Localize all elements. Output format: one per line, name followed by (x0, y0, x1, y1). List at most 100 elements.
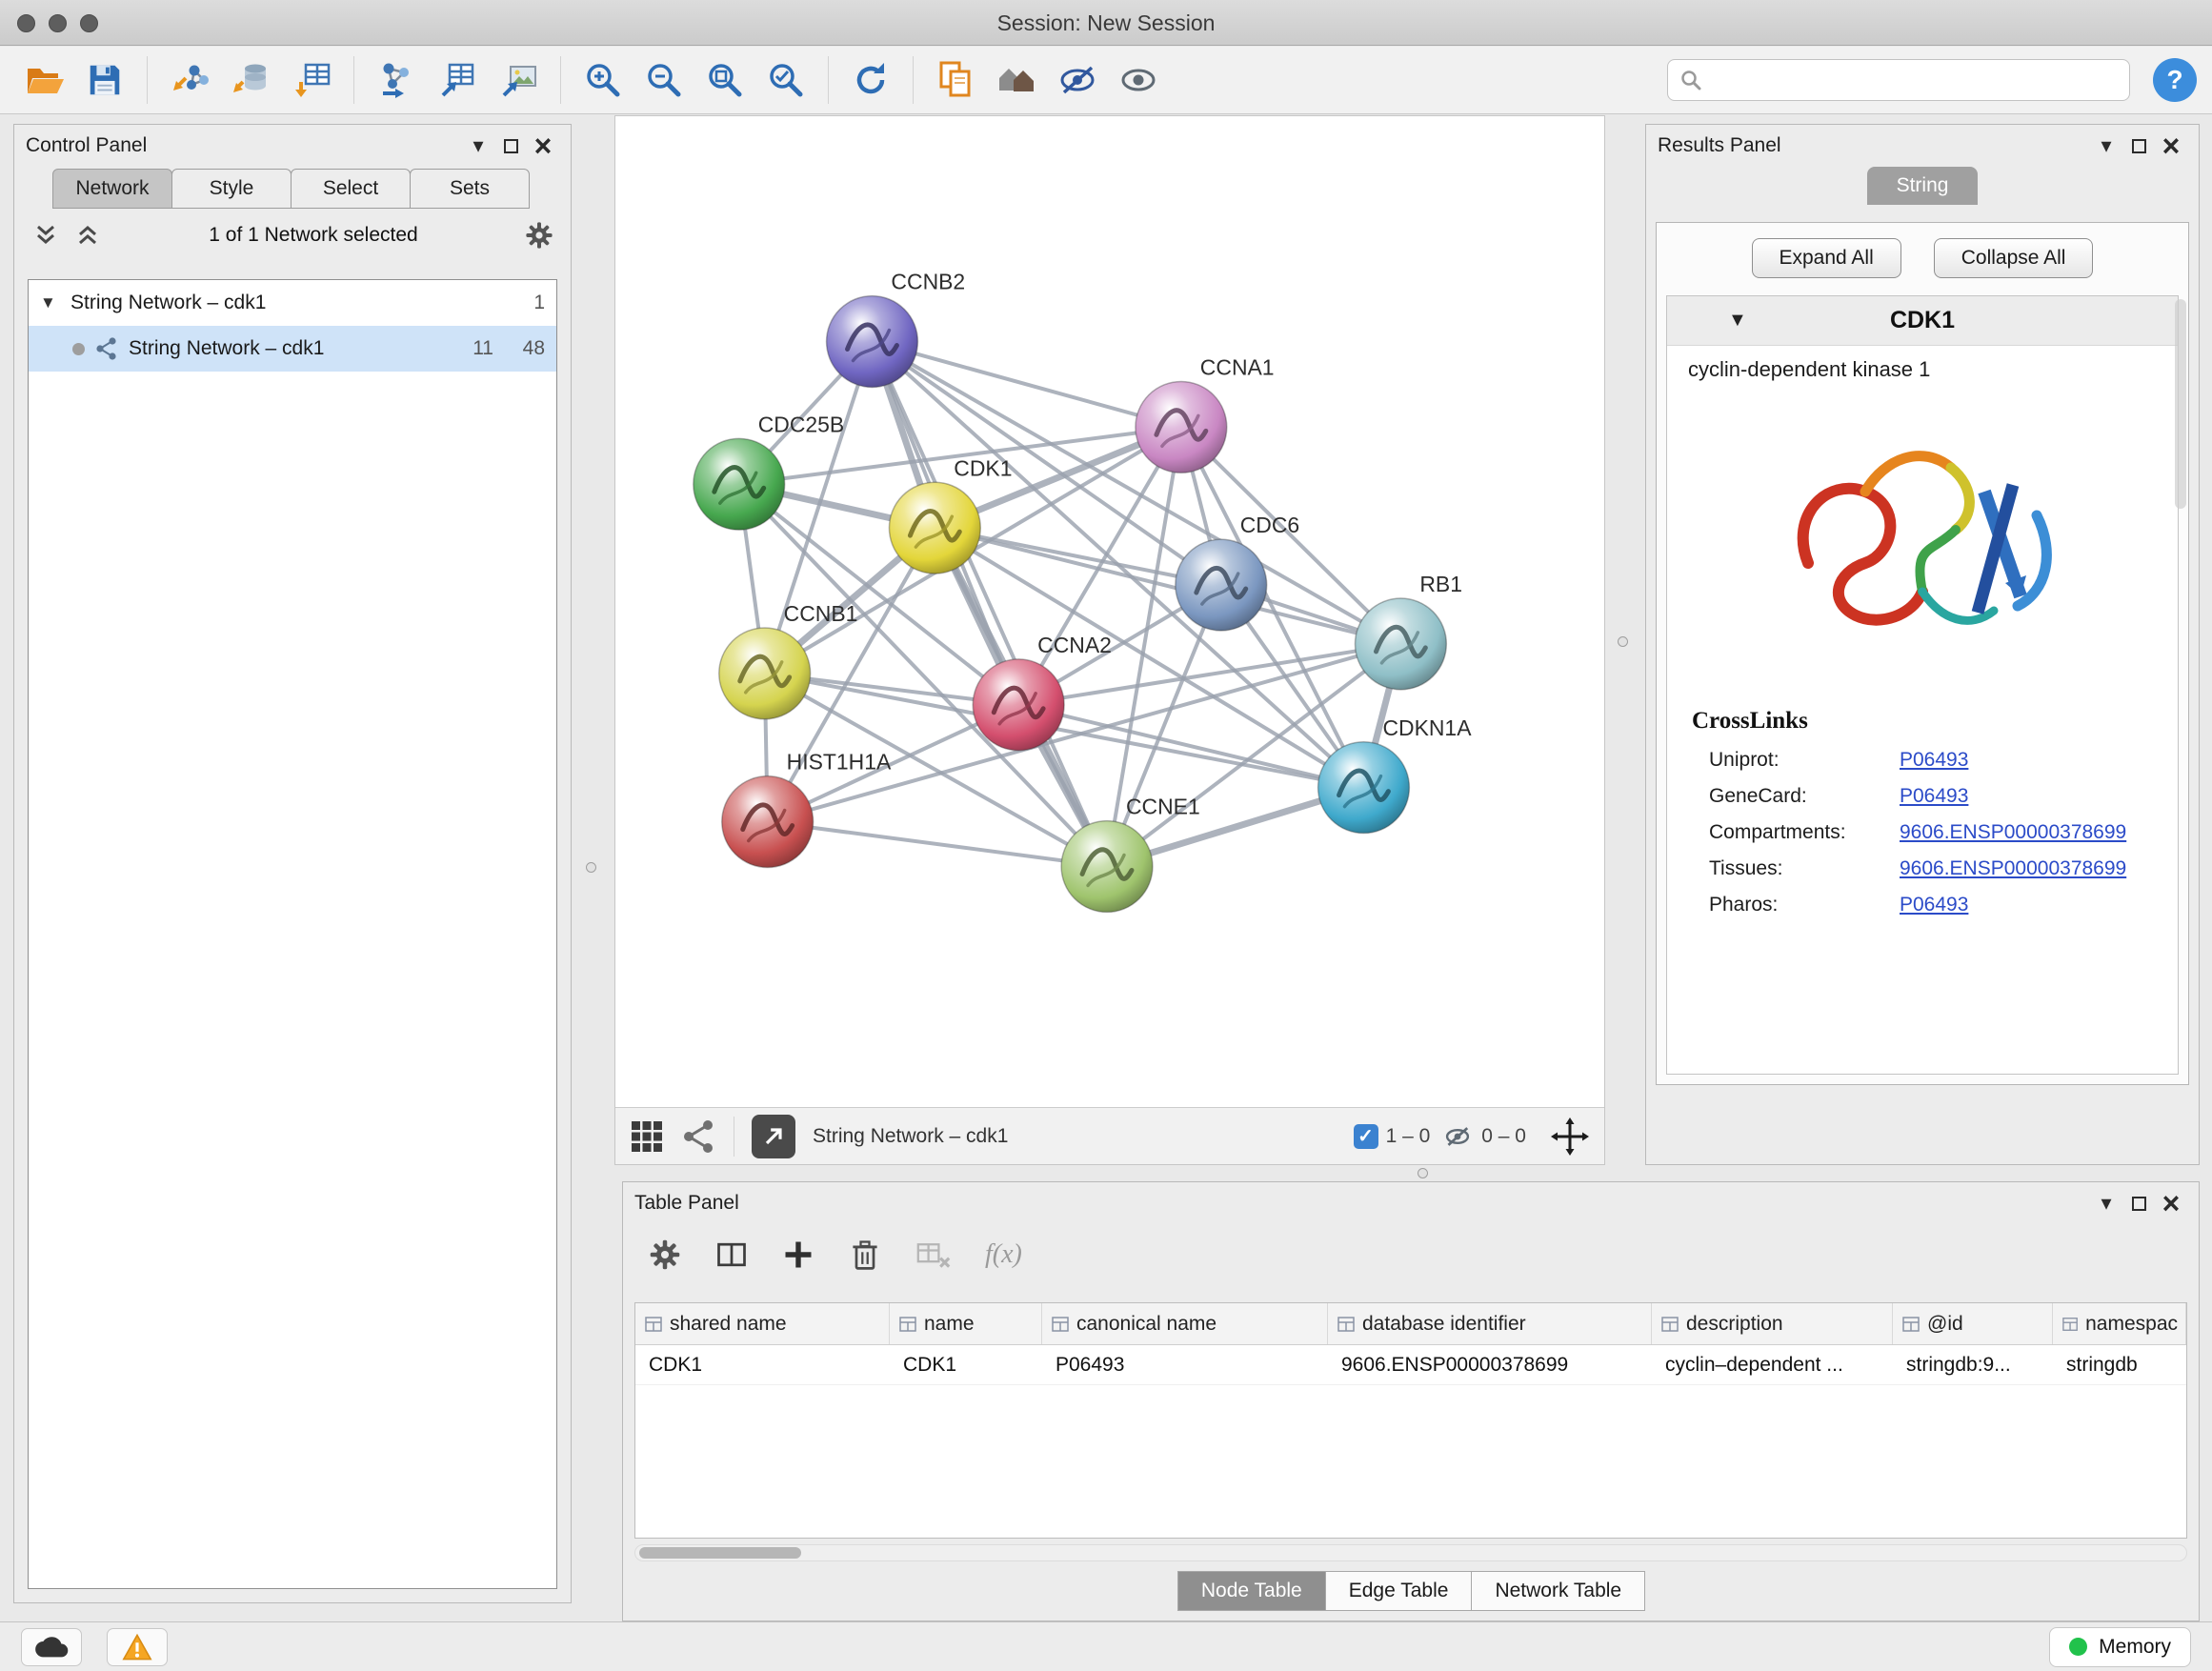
tab-edge-table[interactable]: Edge Table (1325, 1571, 1473, 1611)
memory-button[interactable]: Memory (2049, 1627, 2191, 1667)
zoom-out-button[interactable] (635, 51, 693, 109)
table-settings-gear-icon[interactable] (648, 1238, 682, 1272)
network-edge-CDK1-RB1[interactable] (935, 528, 1400, 644)
column-header-description[interactable]: description (1652, 1303, 1893, 1344)
table-cell-description[interactable]: cyclin–dependent ... (1652, 1345, 1893, 1384)
panel-menu-icon[interactable]: ▾ (2090, 1187, 2122, 1219)
network-node-CCNA1[interactable]: CCNA1 (1136, 354, 1275, 473)
right-splitter-grip[interactable] (1618, 636, 1628, 647)
crosslink-link[interactable]: 9606.ENSP00000378699 (1900, 855, 2126, 883)
network-node-CDC25B[interactable]: CDC25B (694, 412, 844, 530)
grid-view-icon[interactable] (631, 1120, 663, 1153)
table-horizontal-scrollbar[interactable] (634, 1544, 2187, 1561)
open-session-button[interactable] (15, 51, 72, 109)
tab-network-table[interactable]: Network Table (1471, 1571, 1645, 1611)
tab-node-table[interactable]: Node Table (1177, 1571, 1326, 1611)
import-database-button[interactable] (222, 51, 279, 109)
cloud-status-button[interactable] (21, 1628, 82, 1666)
tab-sets[interactable]: Sets (410, 169, 530, 209)
minimize-window-button[interactable] (49, 14, 67, 32)
show-columns-icon[interactable] (714, 1238, 749, 1272)
collapse-all-icon[interactable] (30, 219, 62, 252)
results-scrollbar[interactable] (2175, 299, 2186, 509)
network-node-CDKN1A[interactable]: CDKN1A (1318, 715, 1473, 834)
add-column-plus-icon[interactable] (781, 1238, 815, 1272)
image-export-icon (496, 59, 540, 101)
export-network-view-button[interactable] (752, 1115, 795, 1158)
scrollbar-thumb[interactable] (639, 1547, 801, 1559)
apply-layout-button[interactable] (842, 51, 899, 109)
tab-string[interactable]: String (1867, 167, 1978, 205)
crosslink-link[interactable]: P06493 (1900, 746, 1968, 775)
float-panel-icon[interactable] (2122, 130, 2155, 162)
section-collapse-icon[interactable]: ▼ (1728, 310, 1747, 332)
column-header-canonical-name[interactable]: canonical name (1042, 1303, 1328, 1344)
gear-icon[interactable] (523, 219, 555, 252)
table-cell-namespac[interactable]: stringdb (2053, 1345, 2186, 1384)
network-node-CDK1[interactable]: CDK1 (889, 455, 1012, 574)
network-collection-row[interactable]: ▼ String Network – cdk1 1 (29, 280, 556, 326)
table-cell-name[interactable]: CDK1 (890, 1345, 1042, 1384)
selected-checkbox-icon[interactable] (1354, 1124, 1378, 1149)
crosslink-link[interactable]: P06493 (1900, 891, 1968, 919)
search-input[interactable] (1712, 70, 2118, 91)
help-button[interactable]: ? (2153, 58, 2197, 102)
panel-menu-icon[interactable]: ▾ (462, 130, 494, 162)
network-node-RB1[interactable]: RB1 (1356, 572, 1462, 690)
table-row[interactable]: CDK1CDK1P064939606.ENSP00000378699cyclin… (635, 1345, 2186, 1385)
bottom-splitter-grip[interactable] (1418, 1168, 1428, 1178)
expand-all-button[interactable]: Expand All (1752, 238, 1901, 278)
tab-style[interactable]: Style (171, 169, 292, 209)
close-window-button[interactable] (17, 14, 35, 32)
delete-column-trash-icon[interactable] (848, 1238, 882, 1272)
network-canvas-area[interactable]: CCNB2CCNA1CDC25BCDK1CDC6RB1CCNB1CCNA2CDK… (615, 116, 1604, 1107)
warnings-button[interactable] (107, 1628, 168, 1666)
network-row[interactable]: String Network – cdk1 11 48 (29, 326, 556, 372)
show-panel-button[interactable] (1110, 51, 1167, 109)
table-cell-canonical-name[interactable]: P06493 (1042, 1345, 1328, 1384)
tree-expander-icon[interactable]: ▼ (40, 293, 61, 312)
import-network-button[interactable] (161, 51, 218, 109)
zoom-fit-button[interactable] (696, 51, 754, 109)
import-table-button[interactable] (283, 51, 340, 109)
crosslink-link[interactable]: P06493 (1900, 782, 1968, 811)
fit-content-crosshair-icon[interactable] (1551, 1117, 1589, 1156)
protein-section-header[interactable]: ▼ CDK1 (1667, 296, 2178, 346)
panel-menu-icon[interactable]: ▾ (2090, 130, 2122, 162)
close-panel-icon[interactable]: × (2155, 130, 2187, 162)
crosslink-link[interactable]: 9606.ENSP00000378699 (1900, 818, 2126, 847)
new-network-button[interactable] (368, 51, 425, 109)
network-edge-CCNB2-CCNE1[interactable] (872, 342, 1107, 867)
left-splitter-grip[interactable] (586, 862, 596, 873)
close-panel-icon[interactable]: × (2155, 1187, 2187, 1219)
network-node-HIST1H1A[interactable]: HIST1H1A (722, 750, 892, 868)
table-cell-database-identifier[interactable]: 9606.ENSP00000378699 (1328, 1345, 1652, 1384)
table-cell--id[interactable]: stringdb:9... (1893, 1345, 2053, 1384)
close-panel-icon[interactable]: × (527, 130, 559, 162)
column-header-name[interactable]: name (890, 1303, 1042, 1344)
table-cell-shared-name[interactable]: CDK1 (635, 1345, 890, 1384)
expand-all-icon[interactable] (71, 219, 104, 252)
collapse-all-button[interactable]: Collapse All (1934, 238, 2094, 278)
save-session-button[interactable] (76, 51, 133, 109)
float-panel-icon[interactable] (2122, 1187, 2155, 1219)
clone-network-button[interactable] (927, 51, 984, 109)
zoom-window-button[interactable] (80, 14, 98, 32)
column-header-namespac[interactable]: namespac (2053, 1303, 2186, 1344)
export-image-button[interactable] (490, 51, 547, 109)
tab-select[interactable]: Select (291, 169, 411, 209)
export-table-button[interactable] (429, 51, 486, 109)
network-overview-icon[interactable] (680, 1117, 716, 1156)
network-edge-HIST1H1A-CCNE1[interactable] (768, 822, 1107, 867)
float-panel-icon[interactable] (494, 130, 527, 162)
hide-panel-button[interactable] (1049, 51, 1106, 109)
tab-network[interactable]: Network (52, 169, 172, 209)
zoom-selected-button[interactable] (757, 51, 814, 109)
column-header--id[interactable]: @id (1893, 1303, 2053, 1344)
column-header-database-identifier[interactable]: database identifier (1328, 1303, 1652, 1344)
network-node-CCNB2[interactable]: CCNB2 (827, 270, 966, 388)
network-canvas[interactable]: CCNB2CCNA1CDC25BCDK1CDC6RB1CCNB1CCNA2CDK… (615, 116, 1604, 1107)
column-header-shared-name[interactable]: shared name (635, 1303, 890, 1344)
birdseye-view-button[interactable] (988, 51, 1045, 109)
zoom-in-button[interactable] (574, 51, 632, 109)
